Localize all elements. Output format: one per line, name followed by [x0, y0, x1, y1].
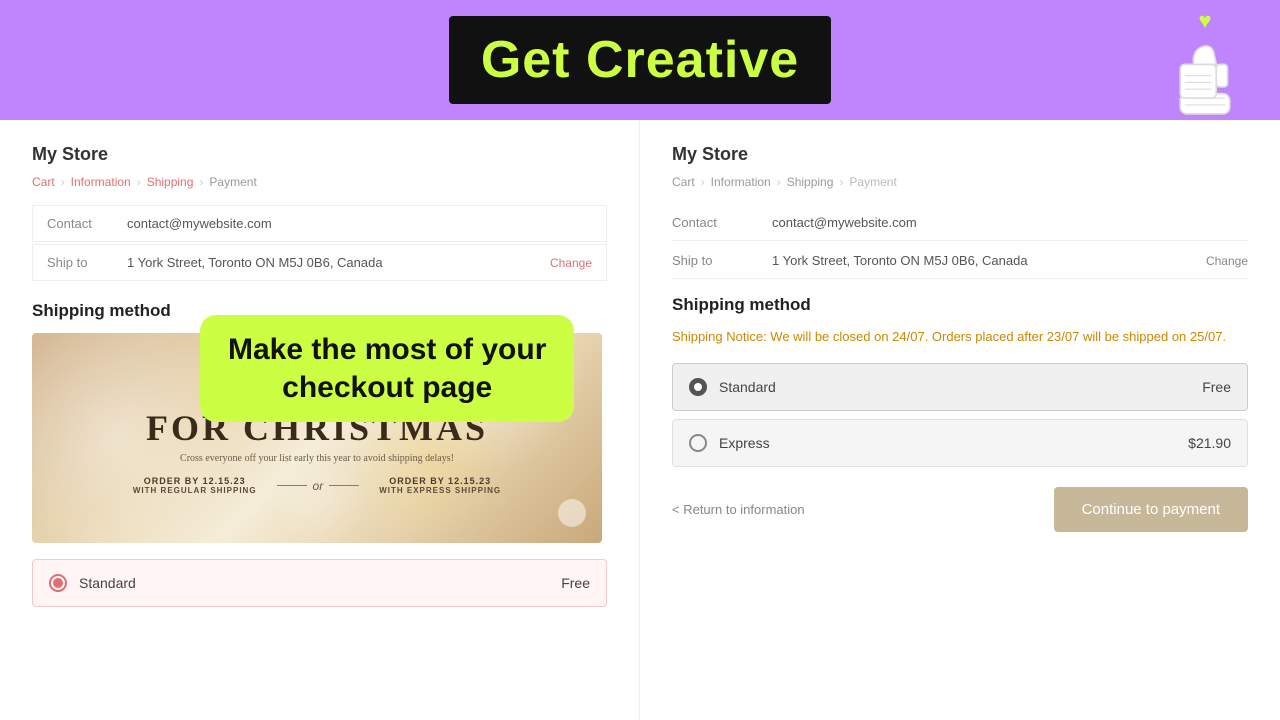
heart-icon: ♥	[1198, 8, 1211, 34]
tooltip-text-2: checkout page	[228, 369, 546, 407]
standard-price-right: Free	[1202, 379, 1231, 395]
banner-date-label-2: ORDER BY 12.15.23	[379, 476, 501, 486]
banner-shipping-1: WITH REGULAR SHIPPING	[133, 486, 257, 495]
store-name-right: My Store	[672, 144, 1248, 165]
back-link[interactable]: < Return to information	[672, 502, 805, 517]
change-link-left[interactable]: Change	[550, 256, 592, 270]
bc-r-payment: Payment	[849, 175, 896, 189]
header: Get Creative ♥	[0, 0, 1280, 120]
banner-circle-deco	[558, 499, 586, 527]
contact-row-left: Contact contact@mywebsite.com	[32, 205, 607, 242]
shipping-label-left: Standard	[79, 575, 561, 591]
change-link-right[interactable]: Change	[1206, 254, 1248, 268]
ship-to-value-left: 1 York Street, Toronto ON M5J 0B6, Canad…	[127, 255, 550, 270]
bc-information[interactable]: Information	[71, 175, 131, 189]
ship-to-label-right: Contact	[672, 215, 772, 230]
bc-r-information[interactable]: Information	[711, 175, 771, 189]
page-title: Get Creative	[481, 31, 799, 89]
shipping-option-express-right[interactable]: Express $21.90	[672, 419, 1248, 467]
breadcrumb-right: Cart › Information › Shipping › Payment	[672, 175, 1248, 189]
left-panel: My Store Cart › Information › Shipping ›…	[0, 120, 640, 720]
banner-line3: Cross everyone off your list early this …	[180, 453, 454, 464]
bc-r-shipping[interactable]: Shipping	[787, 175, 834, 189]
ship-to-row-left: Ship to 1 York Street, Toronto ON M5J 0B…	[32, 244, 607, 281]
bc-payment: Payment	[209, 175, 256, 189]
banner-date-label-1: ORDER BY 12.15.23	[133, 476, 257, 486]
ship-to-label-left: Ship to	[47, 255, 127, 270]
title-box: Get Creative	[449, 16, 831, 104]
banner-dates: ORDER BY 12.15.23 WITH REGULAR SHIPPING …	[133, 476, 501, 495]
shipping-option-left[interactable]: Standard Free	[32, 559, 607, 607]
standard-label-right: Standard	[719, 379, 1202, 395]
right-panel: My Store Cart › Information › Shipping ›…	[640, 120, 1280, 720]
shipping-section-title-right: Shipping method	[672, 295, 1248, 315]
ship-label-right: Ship to	[672, 253, 772, 268]
thumbs-up-area: ♥	[1160, 0, 1250, 124]
tooltip-overlay: Make the most of your checkout page	[200, 315, 574, 422]
radio-standard-right[interactable]	[689, 378, 707, 396]
banner-date-col-2: ORDER BY 12.15.23 WITH EXPRESS SHIPPING	[379, 476, 501, 495]
radio-standard-left[interactable]	[49, 574, 67, 592]
continue-button[interactable]: Continue to payment	[1054, 487, 1248, 532]
main-content: My Store Cart › Information › Shipping ›…	[0, 120, 1280, 720]
contact-row-right: Contact contact@mywebsite.com	[672, 205, 1248, 241]
shipping-price-left: Free	[561, 575, 590, 591]
contact-label-left: Contact	[47, 216, 127, 231]
banner-shipping-2: WITH EXPRESS SHIPPING	[379, 486, 501, 495]
ship-to-row-right: Ship to 1 York Street, Toronto ON M5J 0B…	[672, 243, 1248, 279]
bc-shipping[interactable]: Shipping	[147, 175, 194, 189]
breadcrumb-left: Cart › Information › Shipping › Payment	[32, 175, 607, 189]
tooltip-text-1: Make the most of your	[228, 331, 546, 369]
bc-cart[interactable]: Cart	[32, 175, 55, 189]
banner-or: or	[277, 479, 360, 493]
express-label-right: Express	[719, 435, 1188, 451]
ship-value-right: 1 York Street, Toronto ON M5J 0B6, Canad…	[772, 253, 1206, 268]
bottom-row: < Return to information Continue to paym…	[672, 487, 1248, 532]
banner-date-col-1: ORDER BY 12.15.23 WITH REGULAR SHIPPING	[133, 476, 257, 495]
bc-r-cart[interactable]: Cart	[672, 175, 695, 189]
express-price-right: $21.90	[1188, 435, 1231, 451]
shipping-option-standard-right[interactable]: Standard Free	[672, 363, 1248, 411]
radio-express-right[interactable]	[689, 434, 707, 452]
store-name-left: My Store	[32, 144, 607, 165]
thumbs-up-icon	[1160, 34, 1250, 124]
contact-value-right: contact@mywebsite.com	[772, 215, 1248, 230]
shipping-notice: Shipping Notice: We will be closed on 24…	[672, 327, 1248, 347]
contact-value-left: contact@mywebsite.com	[127, 216, 592, 231]
